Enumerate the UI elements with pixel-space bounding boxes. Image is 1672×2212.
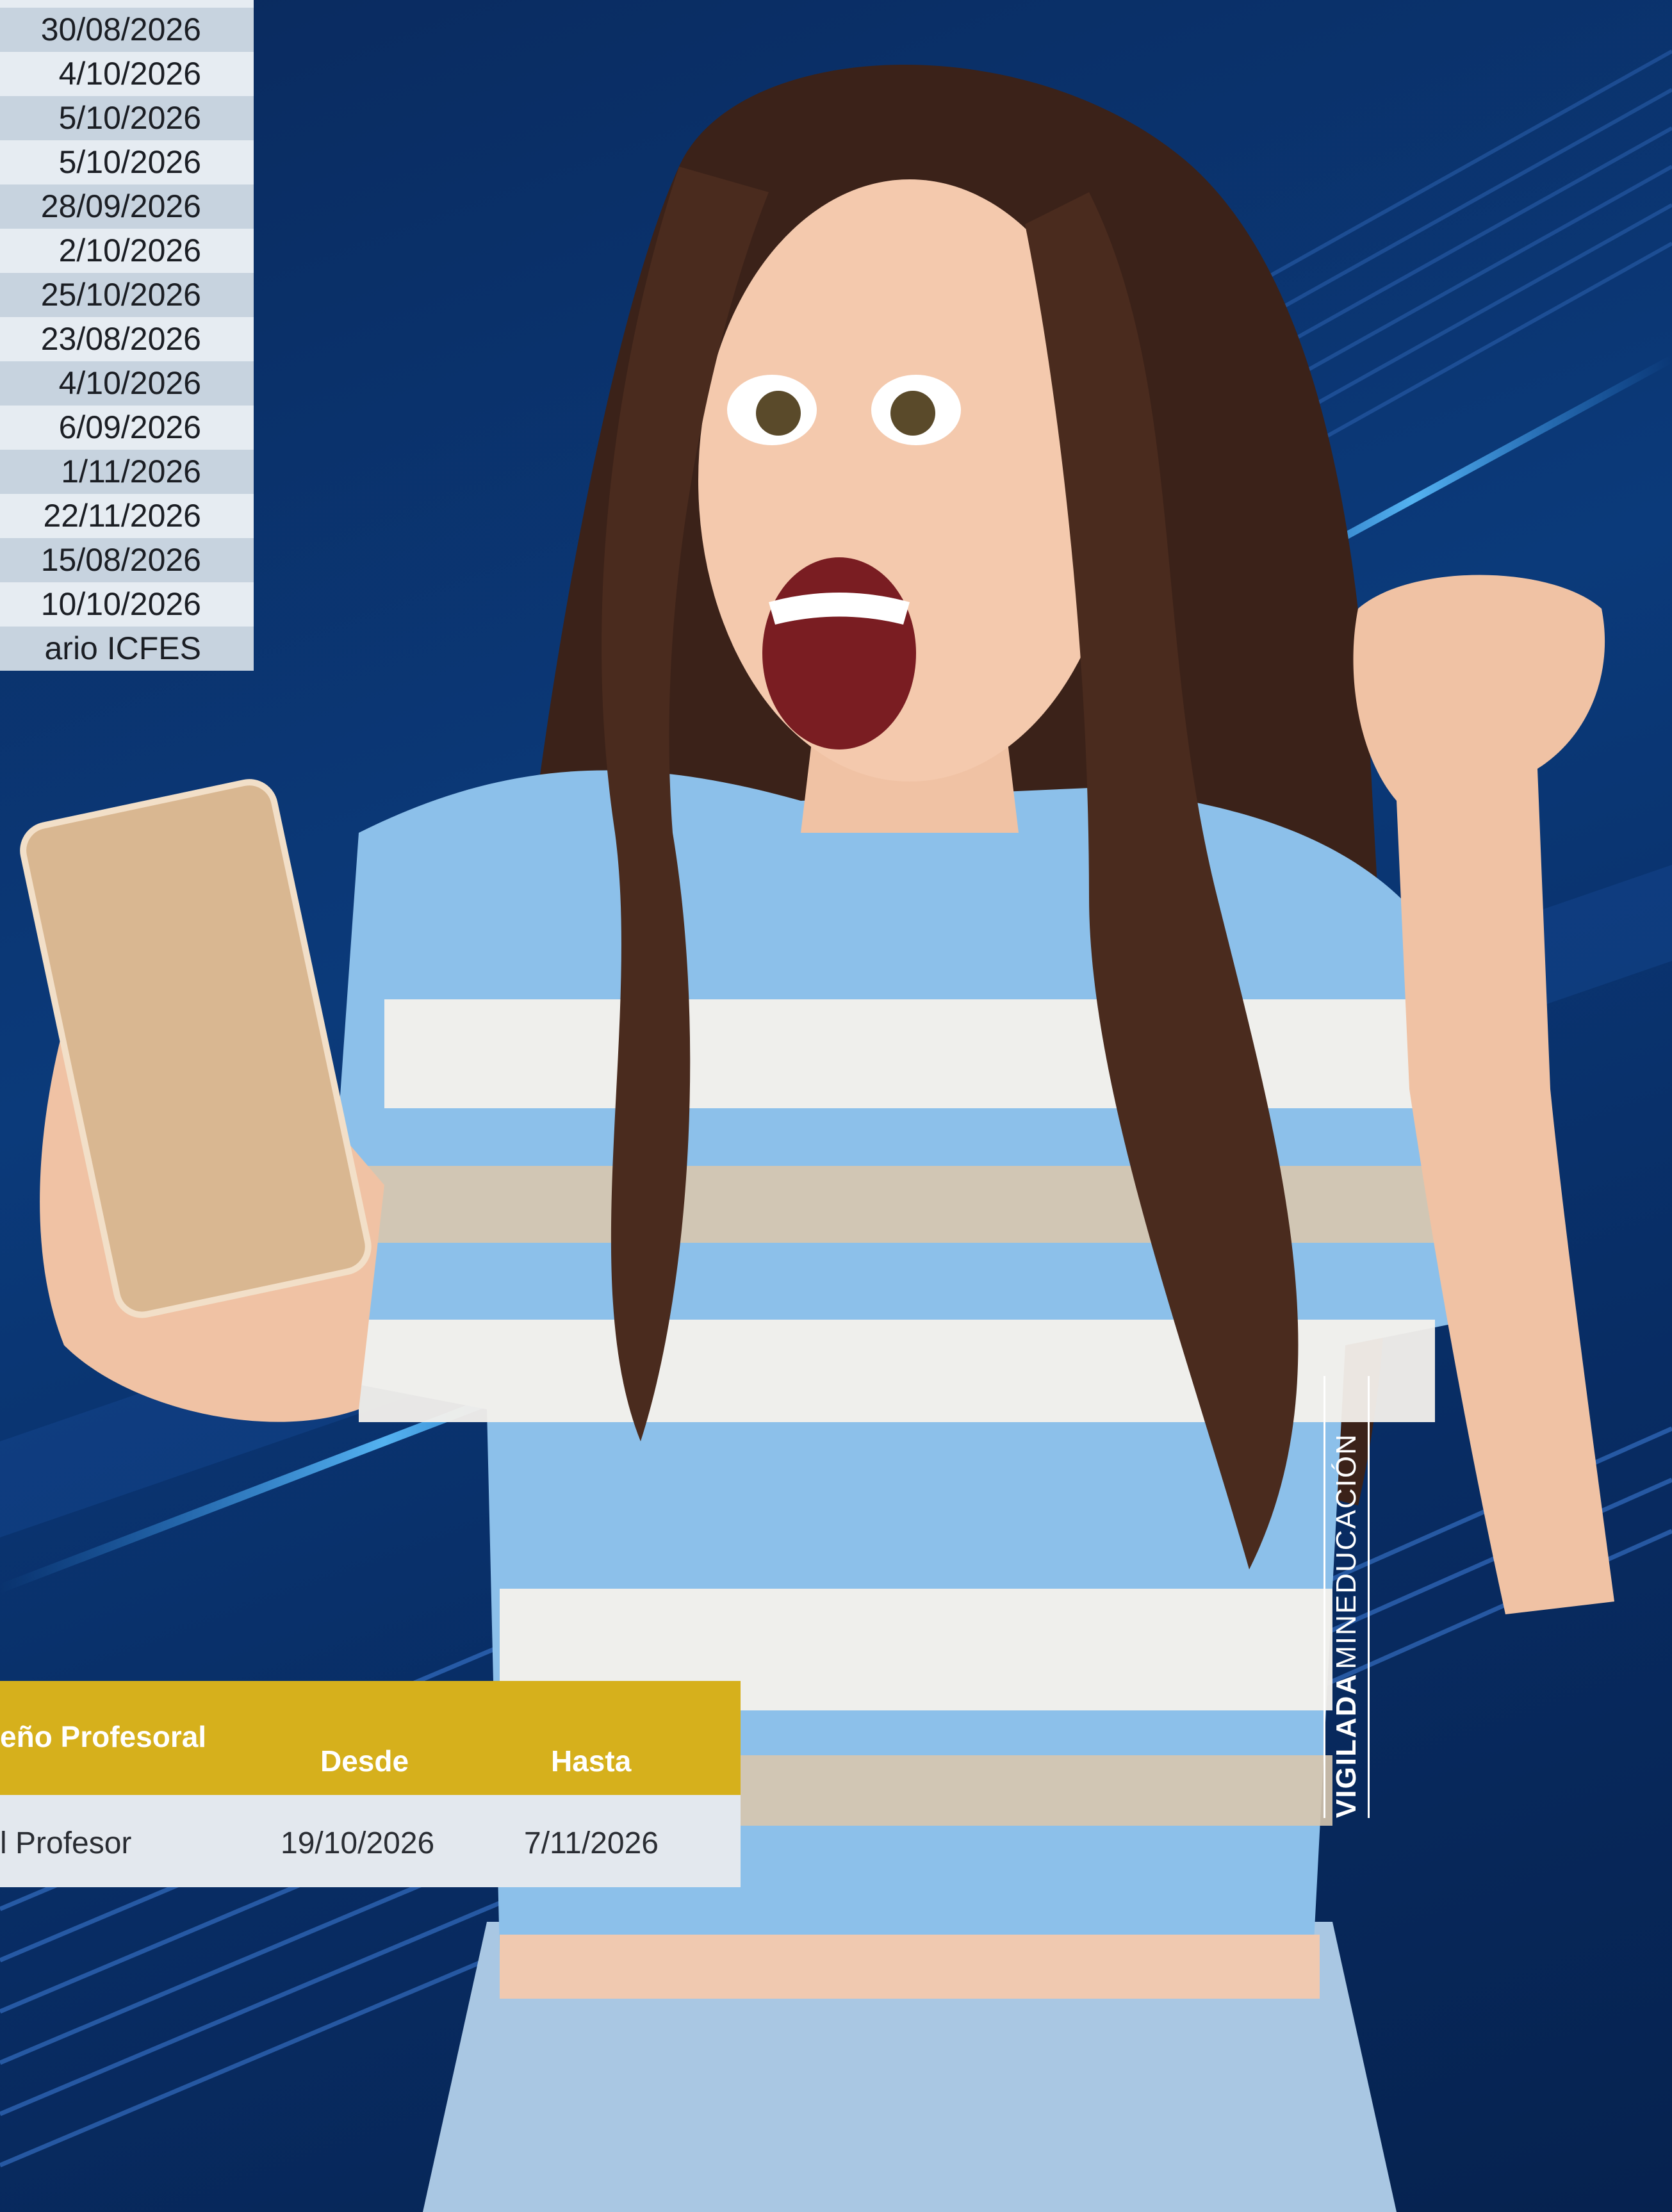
- date-row: 23/08/2026: [0, 317, 254, 361]
- date-row: 22/11/2026: [0, 494, 254, 538]
- date-row: 15/08/2026: [0, 538, 254, 582]
- header-desde: Desde: [320, 1744, 409, 1778]
- date-row: 25/10/2026: [0, 273, 254, 317]
- date-row: 4/10/2026: [0, 52, 254, 96]
- header-hasta: Hasta: [551, 1744, 632, 1778]
- dates-table: 30/08/2026 4/10/2026 5/10/2026 5/10/2026…: [0, 0, 254, 671]
- date-row: 5/10/2026: [0, 140, 254, 184]
- date-row: 30/08/2026: [0, 8, 254, 52]
- date-row: 6/09/2026: [0, 406, 254, 450]
- watermark-rest: MINEDUCACIÓN: [1331, 1433, 1362, 1669]
- header-title: eño Profesoral: [0, 1720, 207, 1753]
- row-activity: l Profesor: [0, 1826, 132, 1860]
- table-header: eño Profesoral Desde Hasta: [0, 1681, 741, 1795]
- table-row: l Profesor 19/10/2026 7/11/2026: [0, 1795, 741, 1887]
- row-hasta: 7/11/2026: [524, 1826, 659, 1860]
- date-row: 2/10/2026: [0, 229, 254, 273]
- date-row: 28/09/2026: [0, 184, 254, 229]
- date-row: 10/10/2026: [0, 582, 254, 627]
- professor-evaluation-table: eño Profesoral Desde Hasta l Profesor 19…: [0, 1681, 741, 1887]
- vigilada-mineducacion-watermark: VIGILADA MINEDUCACIÓN: [1324, 1376, 1370, 1818]
- row-desde: 19/10/2026: [281, 1826, 435, 1860]
- watermark-strong: VIGILADA: [1331, 1673, 1362, 1818]
- date-row: 1/11/2026: [0, 450, 254, 494]
- date-row: [0, 0, 254, 8]
- date-row: ario ICFES: [0, 627, 254, 671]
- date-row: 5/10/2026: [0, 96, 254, 140]
- date-row: 4/10/2026: [0, 361, 254, 406]
